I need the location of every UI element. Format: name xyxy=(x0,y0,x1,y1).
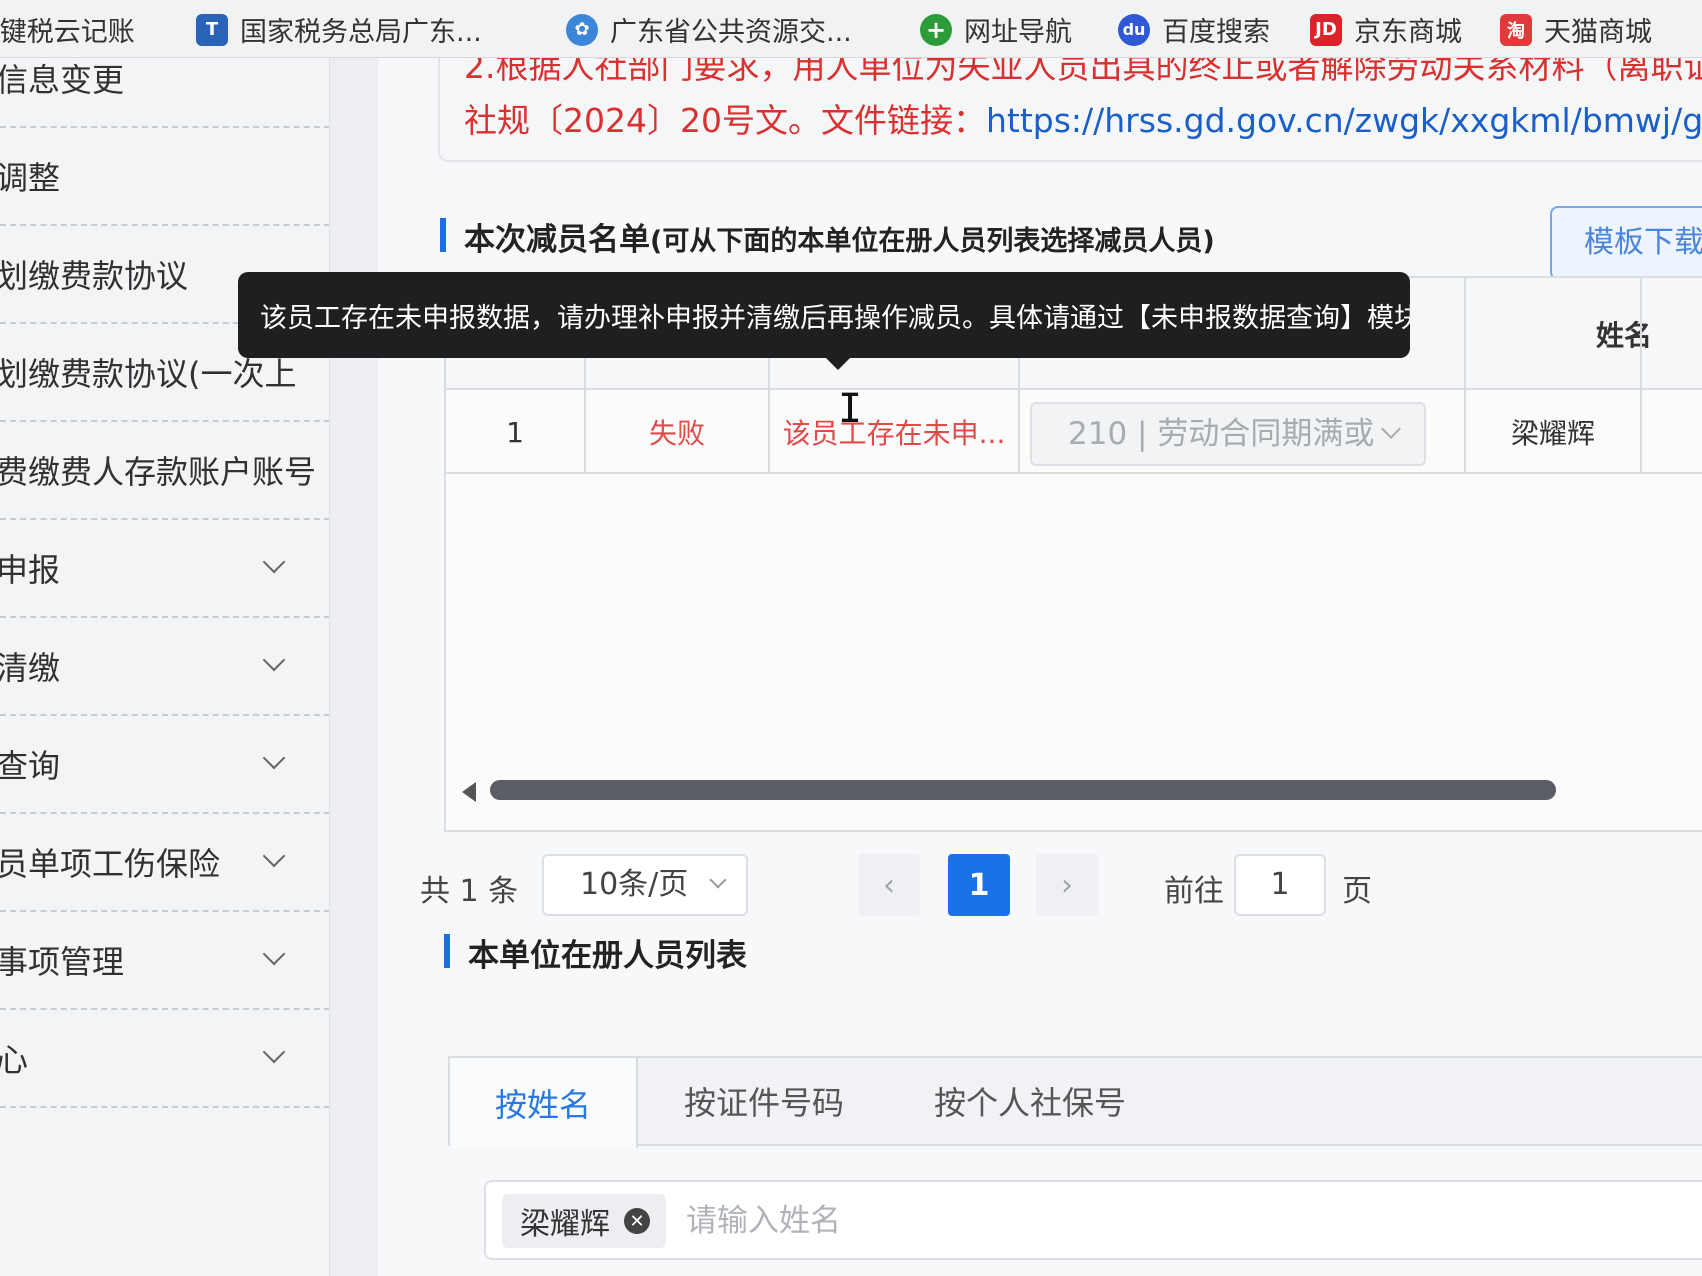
sidebar-item-label: 划缴费款协议 xyxy=(0,257,189,295)
sidebar-item-label: 清缴 xyxy=(0,649,61,687)
sidebar-gutter xyxy=(330,58,378,1276)
sidebar-item-label: 查询 xyxy=(0,747,61,785)
current-page-button[interactable]: 1 xyxy=(948,854,1010,916)
row-name: 梁耀辉 xyxy=(1510,417,1595,450)
sidebar-item-label: 信息变更 xyxy=(0,61,125,99)
bookmark-item[interactable]: + 网址导航 xyxy=(920,10,1072,49)
chevron-down-icon xyxy=(262,746,286,770)
chevron-down-icon xyxy=(1381,419,1401,439)
notice-link[interactable]: https://hrss.gd.gov.cn/zwgk/xxgkml/bmwj/… xyxy=(986,101,1702,140)
section-title-text: 本次减员名单 xyxy=(464,222,650,258)
template-download-button[interactable]: 模板下载 xyxy=(1550,206,1702,280)
notice-text: 社规〔2024〕20号文。文件链接： xyxy=(464,101,986,140)
chevron-down-icon xyxy=(262,942,286,966)
scrollbar-thumb[interactable] xyxy=(490,780,1556,800)
chevron-down-icon xyxy=(262,648,286,672)
bookmark-label: 网址导航 xyxy=(964,17,1072,48)
row-index: 1 xyxy=(506,415,524,449)
goto-unit: 页 xyxy=(1342,874,1372,909)
reduction-section-title: 本次减员名单(可从下面的本单位在册人员列表选择减员人员) xyxy=(440,214,1215,259)
row-failure-reason[interactable]: 该员工存在未申... xyxy=(770,390,1018,474)
horizontal-scrollbar[interactable] xyxy=(446,778,1702,806)
column-divider xyxy=(1464,278,1466,474)
bookmark-item[interactable]: 淘 天猫商城 xyxy=(1500,10,1652,49)
sidebar-item[interactable]: 心 xyxy=(0,1010,329,1108)
roster-search-tabs: 按姓名 按证件号码 按个人社保号 xyxy=(448,1056,1702,1148)
column-header-name: 姓名 xyxy=(1595,319,1652,352)
select-value: 210 | 劳动合同期满或 xyxy=(1068,416,1375,452)
sidebar-item[interactable]: 查询 xyxy=(0,716,329,814)
sidebar-item-label: 心 xyxy=(0,1035,28,1081)
sidebar-item[interactable]: 员单项工伤保险 xyxy=(0,814,329,912)
tax-bureau-icon: T xyxy=(196,13,228,46)
tooltip-arrow xyxy=(824,356,852,370)
reduction-reason-select[interactable]: 210 | 劳动合同期满或 xyxy=(1030,402,1426,466)
sidebar-item[interactable]: 调整 xyxy=(0,128,329,226)
bookmark-item[interactable]: du 百度搜索 xyxy=(1118,10,1270,49)
bookmark-label: -键税云记账 xyxy=(0,17,135,48)
bookmark-label: 国家税务总局广东... xyxy=(240,17,482,48)
baidu-paw-icon: du xyxy=(1118,13,1150,46)
bookmark-label: 京东商城 xyxy=(1354,17,1462,48)
notice-line: 2.根据人社部门要求，用人单位为失业人员出具的终止或者解除劳动关系材料（离职证明 xyxy=(464,58,1702,86)
bookmark-label: 天猫商城 xyxy=(1544,17,1652,48)
pagination: 共 1 条 10条/页 ‹ 1 › 前往 1 页 xyxy=(378,854,1702,918)
sidebar-item-label: 调整 xyxy=(0,159,61,197)
column-divider xyxy=(1640,278,1642,474)
page-size-value: 10条/页 xyxy=(580,867,689,902)
section-hint: (可从下面的本单位在册人员列表选择减员人员) xyxy=(650,226,1215,257)
sidebar-item[interactable]: 事项管理 xyxy=(0,912,329,1010)
sidebar-item[interactable]: 费缴费人存款账户账号 xyxy=(0,422,329,520)
bookmarks-bar: -键税云记账 T 国家税务总局广东... ✿ 广东省公共资源交... + 网址导… xyxy=(0,0,1702,58)
bookmark-label: 百度搜索 xyxy=(1162,17,1270,48)
tab-by-social-security-number[interactable]: 按个人社保号 xyxy=(900,1058,1160,1144)
sidebar-item-label: 事项管理 xyxy=(0,943,125,981)
sidebar-item[interactable]: 清缴 xyxy=(0,618,329,716)
chevron-down-icon xyxy=(262,1040,286,1064)
sidebar-item[interactable]: 申报 xyxy=(0,520,329,618)
notice-box: 2.根据人社部门要求，用人单位为失业人员出具的终止或者解除劳动关系材料（离职证明… xyxy=(438,58,1702,162)
bookmark-item[interactable]: JD 京东商城 xyxy=(1310,10,1462,49)
tag-label: 梁耀辉 xyxy=(520,1207,610,1242)
selected-name-tag: 梁耀辉 ✕ xyxy=(502,1194,666,1248)
bookmark-item[interactable]: -键税云记账 xyxy=(0,10,135,49)
reduction-table: 姓名 1 失败 该员工存在未申... 梁耀辉 210 | 劳动合同期满或 xyxy=(444,276,1702,832)
roster-section-title: 本单位在册人员列表 xyxy=(444,930,747,975)
bookmark-item[interactable]: T 国家税务总局广东... xyxy=(196,10,482,49)
prev-page-button[interactable]: ‹ xyxy=(858,854,920,916)
name-search-input[interactable] xyxy=(686,1192,1586,1250)
chevron-down-icon xyxy=(709,871,727,889)
notice-line: 社规〔2024〕20号文。文件链接：https://hrss.gd.gov.cn… xyxy=(464,94,1702,142)
sidebar-item-label: 申报 xyxy=(0,551,61,589)
gear-flower-icon: ✿ xyxy=(566,13,598,46)
pagination-total: 共 1 条 xyxy=(420,874,519,909)
page-size-select[interactable]: 10条/页 xyxy=(542,854,748,916)
bookmark-label: 广东省公共资源交... xyxy=(610,17,852,48)
text-cursor-icon: I xyxy=(838,386,863,432)
next-page-button[interactable]: › xyxy=(1036,854,1098,916)
goto-label: 前往 xyxy=(1164,874,1224,909)
sidebar-item-label: 费缴费人存款账户账号 xyxy=(0,453,317,491)
name-search-box[interactable]: 梁耀辉 ✕ xyxy=(484,1180,1702,1260)
bookmark-item[interactable]: ✿ 广东省公共资源交... xyxy=(566,10,852,49)
failure-tooltip: 该员工存在未申报数据，请办理补申报并清缴后再操作减员。具体请通过【未申报数据查询… xyxy=(238,272,1410,358)
row-status: 失败 xyxy=(648,417,705,450)
chevron-down-icon xyxy=(262,550,286,574)
sidebar-item[interactable]: 信息变更 xyxy=(0,58,329,128)
chevron-down-icon xyxy=(262,844,286,868)
sidebar: 信息变更 调整 划缴费款协议 划缴费款协议(一次上 费缴费人存款账户账号 申报 … xyxy=(0,58,330,1276)
tmall-icon: 淘 xyxy=(1500,13,1532,46)
jd-icon: JD xyxy=(1310,13,1342,46)
close-icon[interactable]: ✕ xyxy=(624,1208,650,1234)
tab-by-id-number[interactable]: 按证件号码 xyxy=(654,1058,874,1144)
plus-circle-icon: + xyxy=(920,13,952,46)
sidebar-item-label: 员单项工伤保险 xyxy=(0,845,221,883)
goto-page-input[interactable]: 1 xyxy=(1234,854,1326,916)
tab-by-name[interactable]: 按姓名 xyxy=(450,1058,638,1148)
scroll-left-icon[interactable] xyxy=(462,782,476,802)
